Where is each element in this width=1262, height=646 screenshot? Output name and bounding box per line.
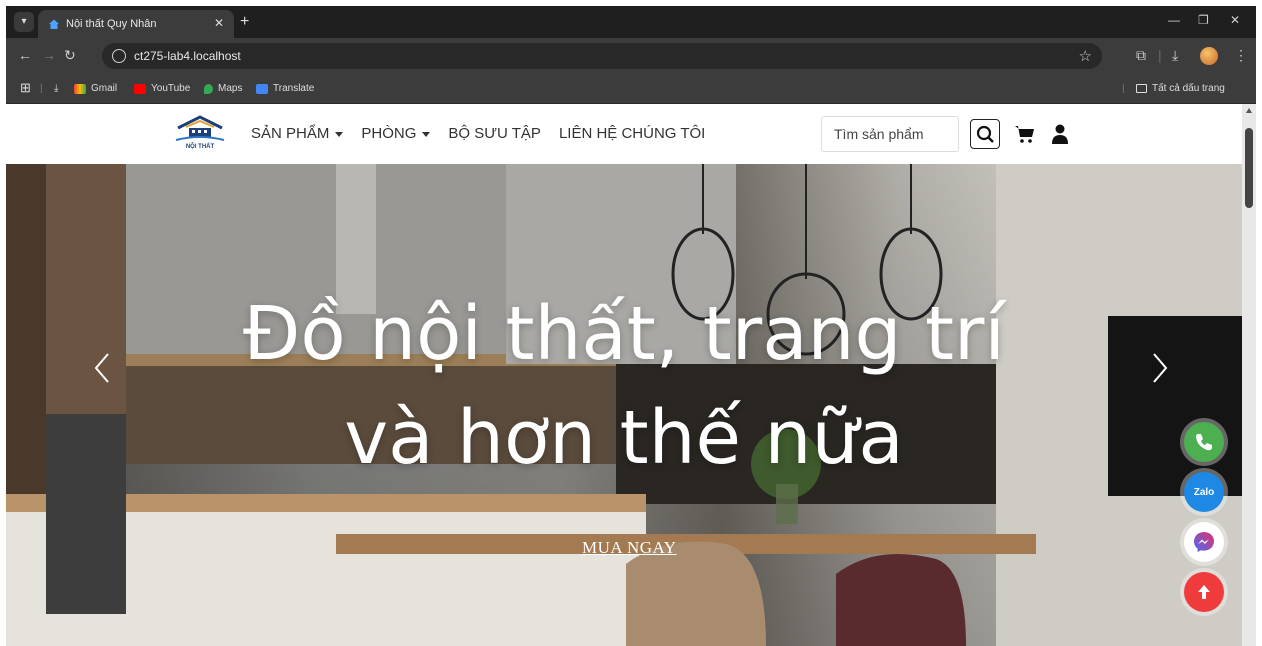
bookmark-divider: | <box>1122 83 1125 94</box>
browser-toolbar: ← → ↻ ct275-lab4.localhost ☆ ⧉ | ⤓ ⋮ <box>6 38 1256 74</box>
carousel-next-icon[interactable] <box>1148 348 1172 388</box>
hero-headline: Đồ nội thất, trang trí và hơn thế nữa <box>6 282 1242 490</box>
hero-headline-line1: Đồ nội thất, trang trí <box>243 291 1005 377</box>
tab-title: Nội thất Quy Nhân <box>66 18 157 30</box>
hero-headline-line2: và hơn thế nữa <box>344 395 904 481</box>
close-tab-icon[interactable]: ✕ <box>214 16 224 30</box>
back-icon[interactable]: ← <box>18 48 32 62</box>
folder-icon <box>1136 84 1147 93</box>
bookmark-star-icon[interactable]: ☆ <box>1079 47 1092 65</box>
youtube-icon <box>134 83 146 94</box>
toolbar-divider: | <box>1158 47 1162 63</box>
all-bookmarks-label: Tất cả dấu trang <box>1152 83 1225 94</box>
translate-icon <box>256 83 268 94</box>
bookmark-label: Gmail <box>91 83 118 94</box>
tab-search-icon[interactable]: ▾ <box>14 12 34 32</box>
zalo-icon: Zalo <box>1193 486 1215 498</box>
scrollbar-thumb[interactable] <box>1245 128 1253 208</box>
gmail-icon <box>74 83 86 94</box>
site-header: NỘI THẤT SẢN PHẨM PHÒNG BỘ SƯU TẬP LIÊN … <box>6 104 1242 164</box>
bookmark-label: Maps <box>218 83 243 94</box>
buy-now-link[interactable]: MUA NGAY <box>582 538 677 558</box>
maps-icon <box>204 83 213 94</box>
bookmark-youtube[interactable]: YouTube <box>134 83 190 94</box>
bookmarks-bar: ⊞ | ⤓ Gmail YouTube Maps Translate | Tất… <box>6 74 1256 104</box>
bookmark-label: YouTube <box>151 83 191 94</box>
download-bookmark-icon[interactable]: ⤓ <box>54 83 58 94</box>
arrow-up-icon <box>1198 585 1210 599</box>
all-bookmarks-folder[interactable]: Tất cả dấu trang <box>1136 83 1225 94</box>
url-text: ct275-lab4.localhost <box>134 49 241 63</box>
tab-active[interactable]: Nội thất Quy Nhân ✕ <box>38 10 234 38</box>
site-logo[interactable]: NỘI THẤT <box>172 114 228 154</box>
apps-grid-icon[interactable]: ⊞ <box>20 80 31 96</box>
menu-label: SẢN PHẨM <box>251 125 330 142</box>
cart-icon[interactable] <box>1014 123 1036 145</box>
profile-avatar[interactable] <box>1200 47 1218 65</box>
bookmark-label: Translate <box>273 83 315 94</box>
forward-icon[interactable]: → <box>42 48 56 62</box>
main-menu: SẢN PHẨM PHÒNG BỘ SƯU TẬP LIÊN HỆ CHÚNG … <box>251 125 705 142</box>
tab-bar: ▾ Nội thất Quy Nhân ✕ + — ❐ ✕ <box>6 6 1256 38</box>
minimize-icon[interactable]: — <box>1168 13 1180 27</box>
hero-carousel: Đồ nội thất, trang trí và hơn thế nữa MU… <box>6 164 1242 646</box>
menu-label: LIÊN HỆ CHÚNG TÔI <box>558 125 706 142</box>
logo-text: NỘI THẤT <box>186 142 215 150</box>
search-icon <box>976 125 994 143</box>
close-window-icon[interactable]: ✕ <box>1230 13 1240 27</box>
menu-item-san-pham[interactable]: SẢN PHẨM <box>251 125 344 142</box>
menu-kebab-icon[interactable]: ⋮ <box>1234 46 1248 64</box>
download-icon[interactable]: ⤓ <box>1172 46 1178 64</box>
user-icon[interactable] <box>1050 123 1070 145</box>
carousel-prev-icon[interactable] <box>90 348 114 388</box>
phone-button[interactable] <box>1184 422 1224 462</box>
bookmark-divider: | <box>40 83 43 94</box>
chevron-down-icon <box>335 132 344 137</box>
address-bar[interactable]: ct275-lab4.localhost ☆ <box>102 43 1102 69</box>
zalo-button[interactable]: Zalo <box>1184 472 1224 512</box>
reload-icon[interactable]: ↻ <box>64 48 76 62</box>
page-scrollbar[interactable] <box>1242 104 1256 646</box>
restore-icon[interactable]: ❐ <box>1198 13 1209 27</box>
new-tab-icon[interactable]: + <box>240 13 249 31</box>
bookmark-translate[interactable]: Translate <box>256 83 314 94</box>
chevron-down-icon <box>422 132 431 137</box>
menu-item-bo-suu-tap[interactable]: BỘ SƯU TẬP <box>448 125 541 142</box>
page-viewport: NỘI THẤT SẢN PHẨM PHÒNG BỘ SƯU TẬP LIÊN … <box>6 104 1242 646</box>
back-to-top-button[interactable] <box>1184 572 1224 612</box>
bookmark-maps[interactable]: Maps <box>204 83 242 94</box>
messenger-icon <box>1194 532 1214 552</box>
site-info-icon[interactable] <box>112 49 126 63</box>
menu-label: PHÒNG <box>361 125 417 142</box>
menu-item-lien-he[interactable]: LIÊN HỆ CHÚNG TÔI <box>559 125 705 142</box>
menu-label: BỘ SƯU TẬP <box>448 125 541 142</box>
phone-icon <box>1196 434 1212 451</box>
bookmark-gmail[interactable]: Gmail <box>74 83 117 94</box>
scroll-up-icon[interactable] <box>1246 108 1252 113</box>
search-button[interactable] <box>970 119 1000 149</box>
extensions-icon[interactable]: ⧉ <box>1136 46 1146 64</box>
messenger-button[interactable] <box>1184 522 1224 562</box>
search-input[interactable]: Tìm sản phẩm <box>821 116 959 152</box>
house-favicon-icon <box>49 19 59 29</box>
menu-item-phong[interactable]: PHÒNG <box>361 125 431 142</box>
